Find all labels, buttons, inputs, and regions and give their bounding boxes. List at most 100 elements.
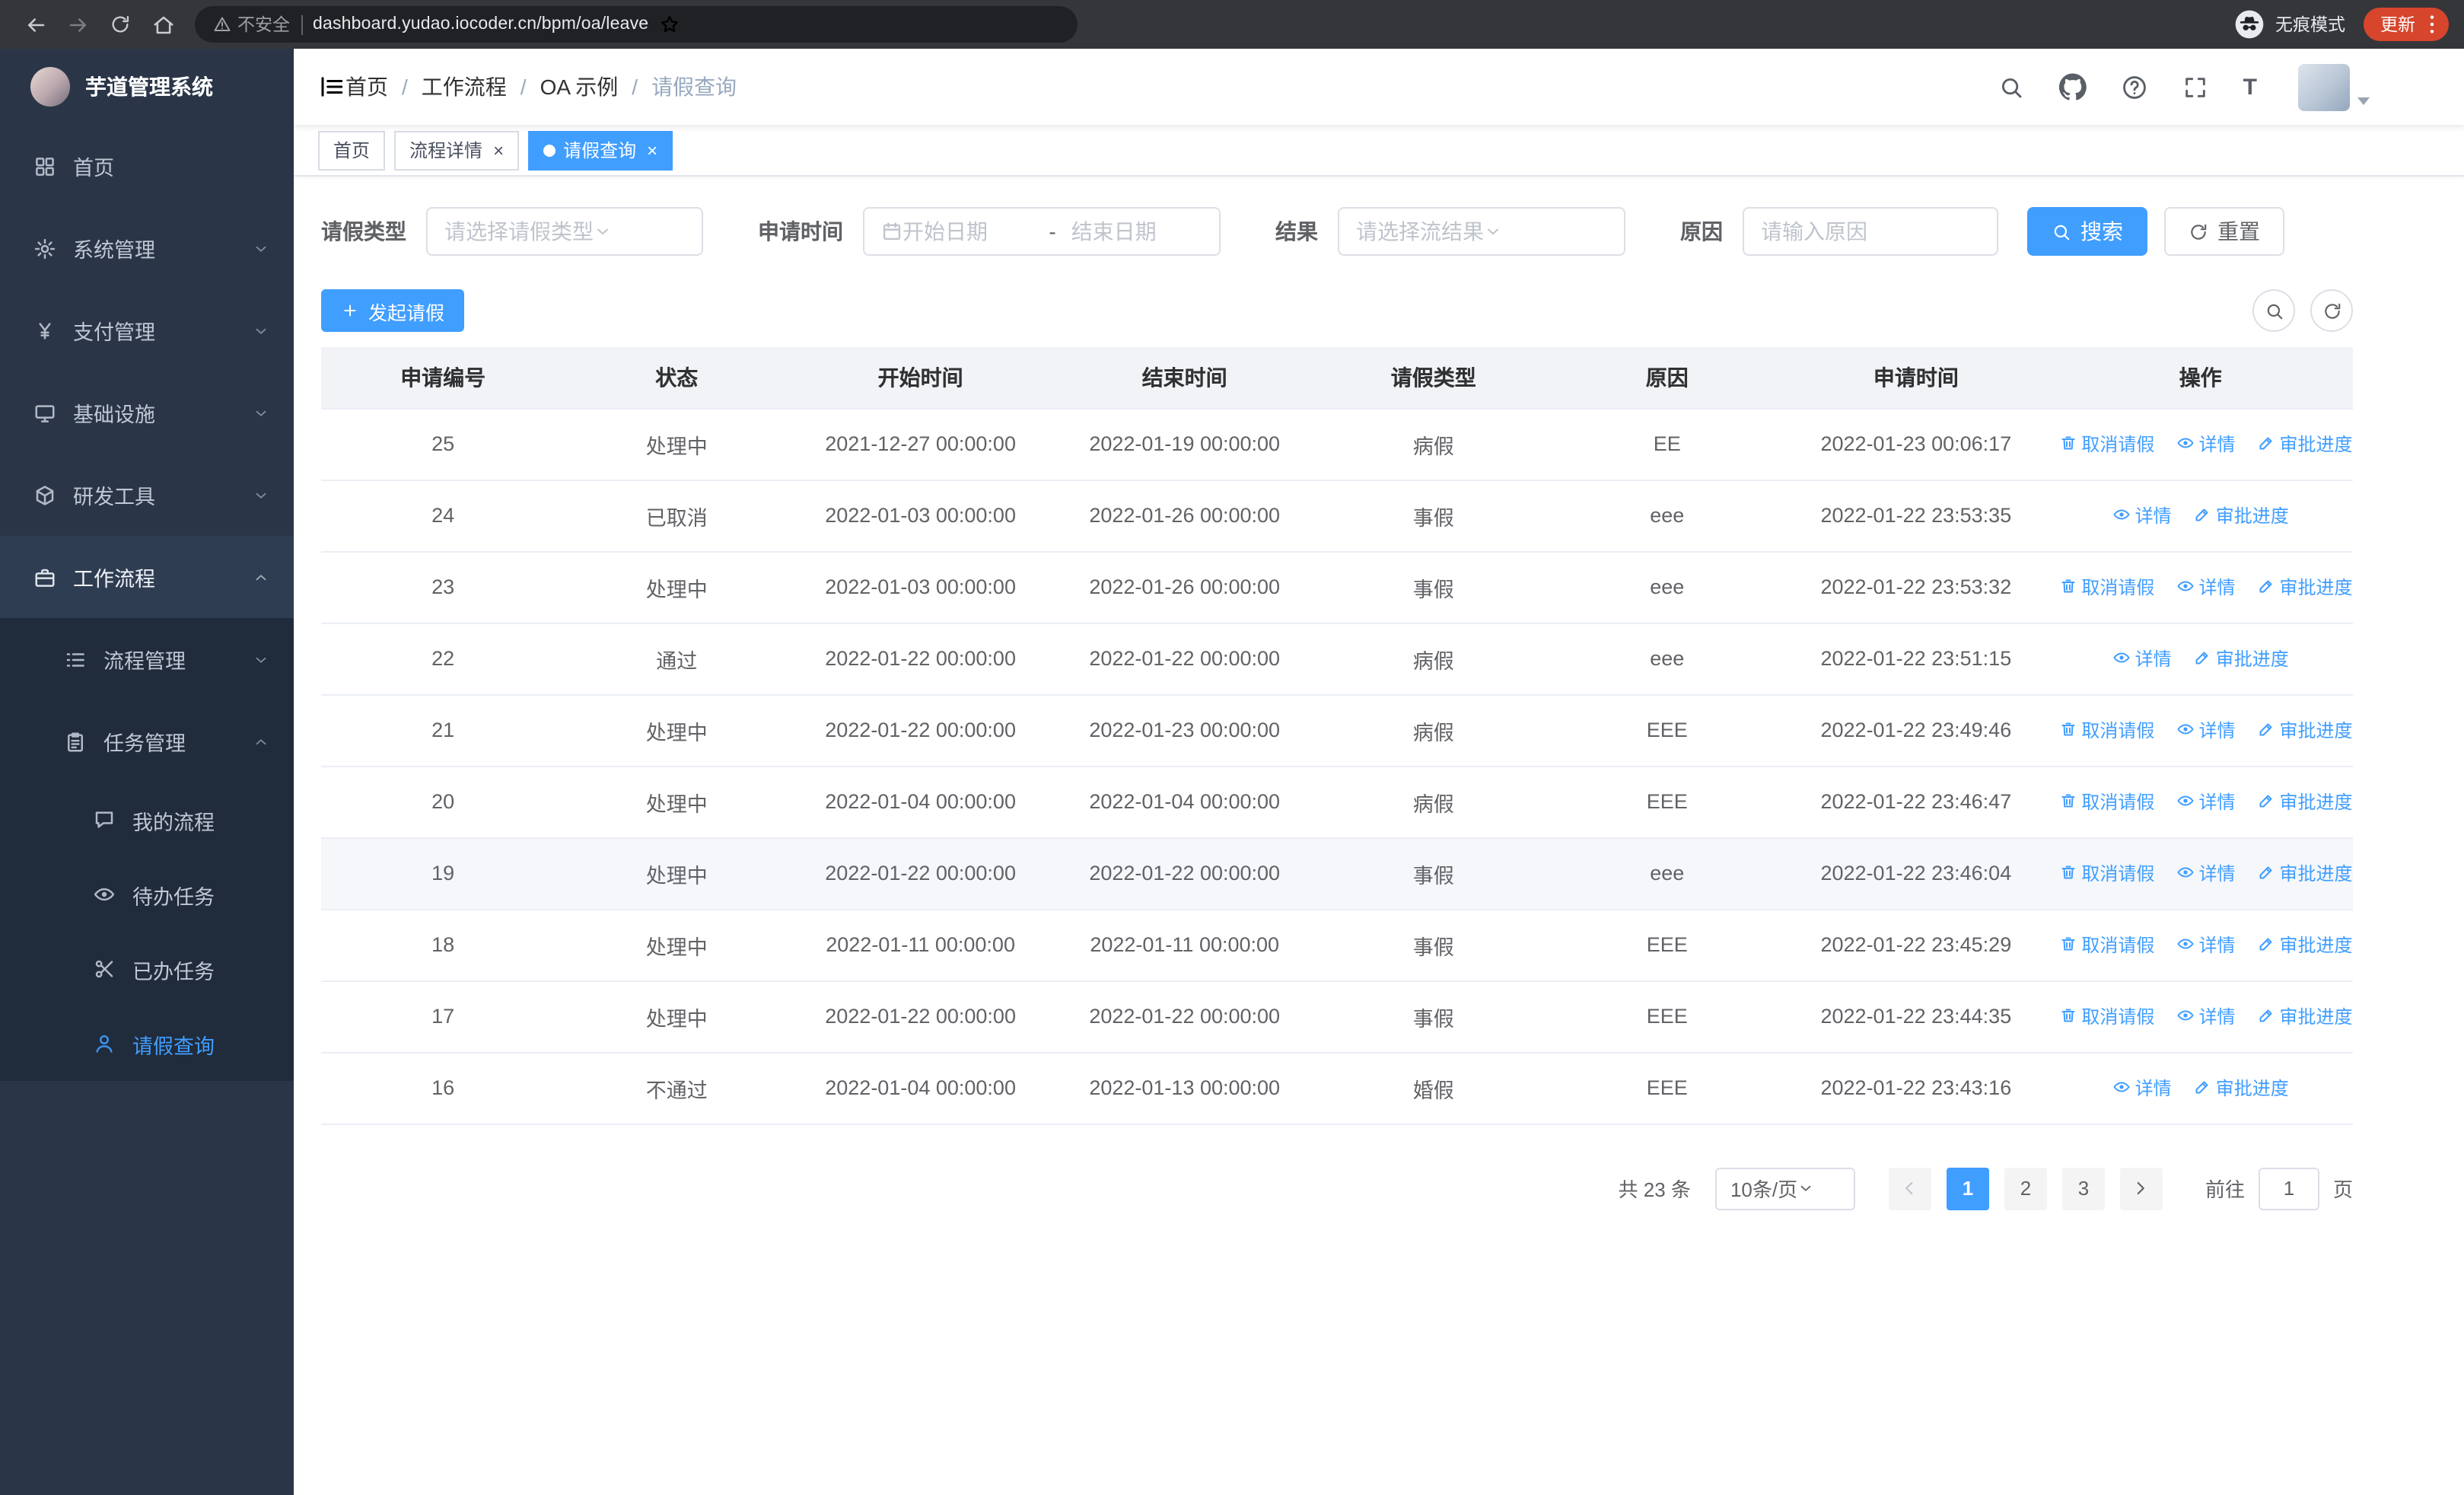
detail-link[interactable]: 详情 (2112, 502, 2172, 528)
progress-link[interactable]: 审批进度 (2256, 789, 2353, 814)
refresh-table-button[interactable] (2310, 289, 2353, 332)
goto-page-input[interactable] (2258, 1167, 2319, 1210)
sidebar-item-2[interactable]: 支付管理 (0, 289, 294, 371)
tab-2[interactable]: 请假查询 × (528, 130, 673, 170)
detail-link[interactable]: 详情 (2176, 932, 2235, 958)
leave-type-select[interactable]: 请选择请假类型 (426, 207, 703, 256)
progress-link[interactable]: 审批进度 (2256, 717, 2353, 743)
table-toolbar: 发起请假 (321, 289, 2353, 332)
breadcrumb-item[interactable]: 首页 (345, 72, 388, 102)
tab-0[interactable]: 首页 (318, 130, 386, 170)
progress-link[interactable]: 审批进度 (2256, 574, 2353, 600)
date-range-picker[interactable]: 开始日期 - 结束日期 (863, 207, 1221, 256)
progress-link[interactable]: 审批进度 (2256, 860, 2353, 886)
cancel-link[interactable]: 取消请假 (2058, 789, 2154, 814)
progress-link-label: 审批进度 (2215, 505, 2289, 527)
progress-link[interactable]: 审批进度 (2256, 1003, 2353, 1029)
delete-icon (2061, 938, 2074, 951)
cell-id: 25 (321, 408, 565, 480)
page-size-select[interactable]: 10条/页 (1714, 1167, 1855, 1210)
detail-link[interactable]: 详情 (2176, 1003, 2235, 1029)
browser-forward-button[interactable] (58, 5, 97, 44)
fullscreen-icon[interactable] (2182, 74, 2208, 100)
sidebar-item-5[interactable]: 工作流程 (0, 536, 294, 618)
cancel-link[interactable]: 取消请假 (2058, 574, 2154, 600)
sidebar-item-4[interactable]: 研发工具 (0, 454, 294, 536)
tab-1[interactable]: 流程详情 × (394, 130, 520, 170)
reset-button[interactable]: 重置 (2164, 207, 2284, 256)
cell-type: 病假 (1316, 408, 1551, 480)
cancel-link[interactable]: 取消请假 (2058, 431, 2154, 457)
app-title: 芋道管理系统 (85, 75, 213, 99)
close-icon[interactable]: × (493, 141, 504, 159)
browser-home-button[interactable] (143, 5, 183, 44)
eye-icon (2176, 939, 2193, 949)
security-warning[interactable]: 不安全 (213, 12, 290, 37)
font-size-icon[interactable]: T (2243, 75, 2257, 98)
sidebar-item-7[interactable]: 任务管理 (0, 700, 294, 783)
prev-page-button[interactable] (1888, 1167, 1931, 1210)
detail-link[interactable]: 详情 (2176, 431, 2235, 457)
result-select[interactable]: 请选择流结果 (1338, 207, 1625, 256)
browser-reload-button[interactable] (100, 5, 140, 44)
github-icon[interactable] (2058, 73, 2087, 100)
logo[interactable]: 芋道管理系统 (0, 49, 294, 125)
toggle-search-button[interactable] (2252, 289, 2295, 332)
sidebar-item-1[interactable]: 系统管理 (0, 207, 294, 289)
detail-link[interactable]: 详情 (2176, 574, 2235, 600)
help-icon[interactable] (2122, 74, 2147, 100)
address-bar[interactable]: 不安全 dashboard.yudao.iocoder.cn/bpm/oa/le… (195, 6, 1078, 43)
progress-link[interactable]: 审批进度 (2193, 502, 2289, 528)
create-leave-button[interactable]: 发起请假 (321, 289, 465, 332)
sidebar-item-6[interactable]: 流程管理 (0, 618, 294, 700)
next-page-button[interactable] (2119, 1167, 2163, 1210)
cell-ops: 详情 审批进度 (2048, 623, 2353, 695)
page-button-2[interactable]: 2 (2004, 1167, 2047, 1210)
search-button[interactable]: 搜索 (2027, 207, 2147, 256)
cancel-link[interactable]: 取消请假 (2058, 717, 2154, 743)
sidebar-item-3[interactable]: 基础设施 (0, 371, 294, 454)
delete-icon (2061, 795, 2074, 808)
reason-input[interactable] (1743, 207, 1998, 256)
page-button-3[interactable]: 3 (2061, 1167, 2105, 1210)
list-icon (66, 652, 84, 666)
progress-link[interactable]: 审批进度 (2193, 1075, 2289, 1101)
menu-dots-icon[interactable] (2420, 12, 2444, 37)
detail-link[interactable]: 详情 (2112, 1075, 2172, 1101)
detail-link[interactable]: 详情 (2176, 860, 2235, 886)
sidebar-item-11[interactable]: 请假查询 (0, 1006, 294, 1081)
search-icon (2054, 224, 2070, 240)
progress-link[interactable]: 审批进度 (2256, 932, 2353, 958)
cube-icon (36, 485, 54, 505)
cancel-link[interactable]: 取消请假 (2058, 932, 2154, 958)
cell-end: 2022-01-19 00:00:00 (1052, 408, 1317, 480)
cancel-link[interactable]: 取消请假 (2058, 1003, 2154, 1029)
browser-back-button[interactable] (15, 5, 55, 44)
search-icon[interactable] (1998, 74, 2024, 100)
bookmark-star-icon[interactable] (659, 14, 680, 35)
sidebar-item-10[interactable]: 已办任务 (0, 932, 294, 1006)
breadcrumb-item[interactable]: 工作流程 (422, 72, 507, 102)
page-button-1[interactable]: 1 (1946, 1167, 1989, 1210)
breadcrumb-item[interactable]: OA 示例 (540, 72, 619, 102)
detail-link[interactable]: 详情 (2112, 645, 2172, 671)
sidebar-toggle-button[interactable] (318, 73, 345, 100)
cell-apply_time: 2022-01-22 23:51:15 (1784, 623, 2049, 695)
progress-link[interactable]: 审批进度 (2256, 431, 2353, 457)
detail-link[interactable]: 详情 (2176, 717, 2235, 743)
sidebar-item-0[interactable]: 首页 (0, 125, 294, 207)
sidebar-item-8[interactable]: 我的流程 (0, 783, 294, 857)
edit-icon (2259, 939, 2271, 951)
sidebar-item-9[interactable]: 待办任务 (0, 857, 294, 932)
detail-link[interactable]: 详情 (2176, 789, 2235, 814)
progress-link[interactable]: 审批进度 (2193, 645, 2289, 671)
pagination-total: 共 23 条 (1618, 1178, 1691, 1201)
close-icon[interactable]: × (647, 141, 657, 159)
avatar[interactable] (2298, 63, 2350, 110)
browser-update-button[interactable]: 更新 (2364, 8, 2449, 41)
cancel-link[interactable]: 取消请假 (2058, 860, 2154, 886)
user-menu[interactable] (2298, 63, 2370, 110)
table-row: 21 处理中 2022-01-22 00:00:00 2022-01-23 00:00… (321, 694, 2353, 767)
chevron-down-icon (256, 492, 266, 498)
apply-time-label: 申请时间 (758, 219, 843, 244)
